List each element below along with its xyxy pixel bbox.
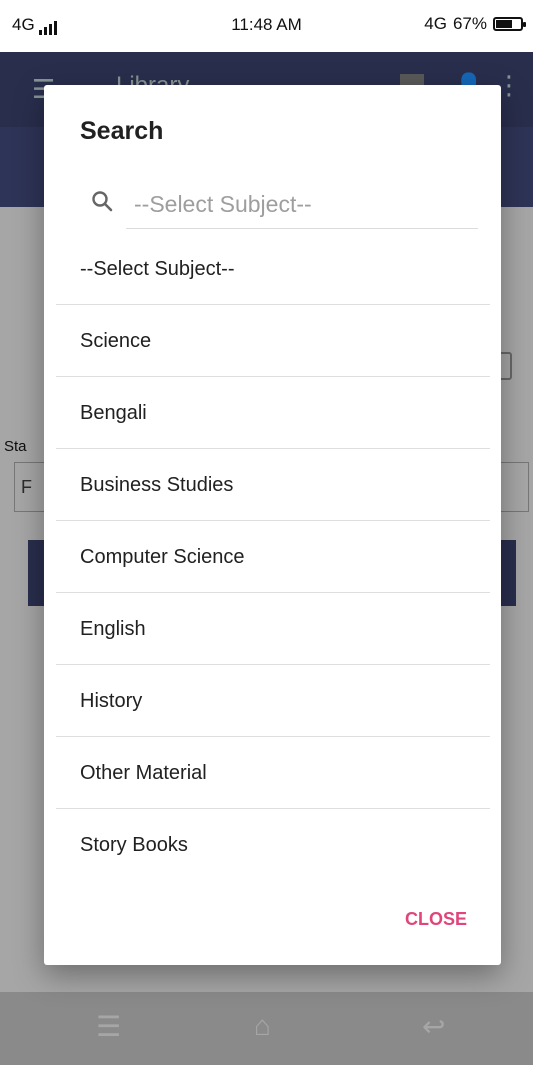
search-bar bbox=[90, 185, 478, 233]
subject-list: --Select Subject-- Science Bengali Busin… bbox=[56, 233, 490, 881]
battery-fill bbox=[496, 20, 512, 28]
list-item[interactable]: English bbox=[56, 593, 490, 665]
list-item[interactable]: Story Books bbox=[56, 809, 490, 881]
list-item[interactable]: Business Studies bbox=[56, 449, 490, 521]
list-item[interactable]: History bbox=[56, 665, 490, 737]
list-item[interactable]: Computer Science bbox=[56, 521, 490, 593]
list-item[interactable]: --Select Subject-- bbox=[56, 233, 490, 305]
search-dialog: Search --Select Subject-- Science Bengal… bbox=[44, 85, 501, 965]
battery-icon bbox=[493, 17, 526, 31]
list-item[interactable]: Bengali bbox=[56, 377, 490, 449]
list-item[interactable]: Science bbox=[56, 305, 490, 377]
dialog-title: Search bbox=[80, 117, 164, 145]
status-bar: 4G 11:48 AM 4G 67% bbox=[0, 0, 533, 52]
list-item[interactable]: Other Material bbox=[56, 737, 490, 809]
status-right: 4G 67% bbox=[424, 14, 526, 34]
close-button[interactable]: CLOSE bbox=[405, 909, 467, 930]
search-icon bbox=[92, 191, 113, 212]
search-input[interactable] bbox=[126, 185, 478, 229]
network-label-right: 4G bbox=[424, 14, 447, 33]
battery-percent: 67% bbox=[452, 14, 487, 33]
